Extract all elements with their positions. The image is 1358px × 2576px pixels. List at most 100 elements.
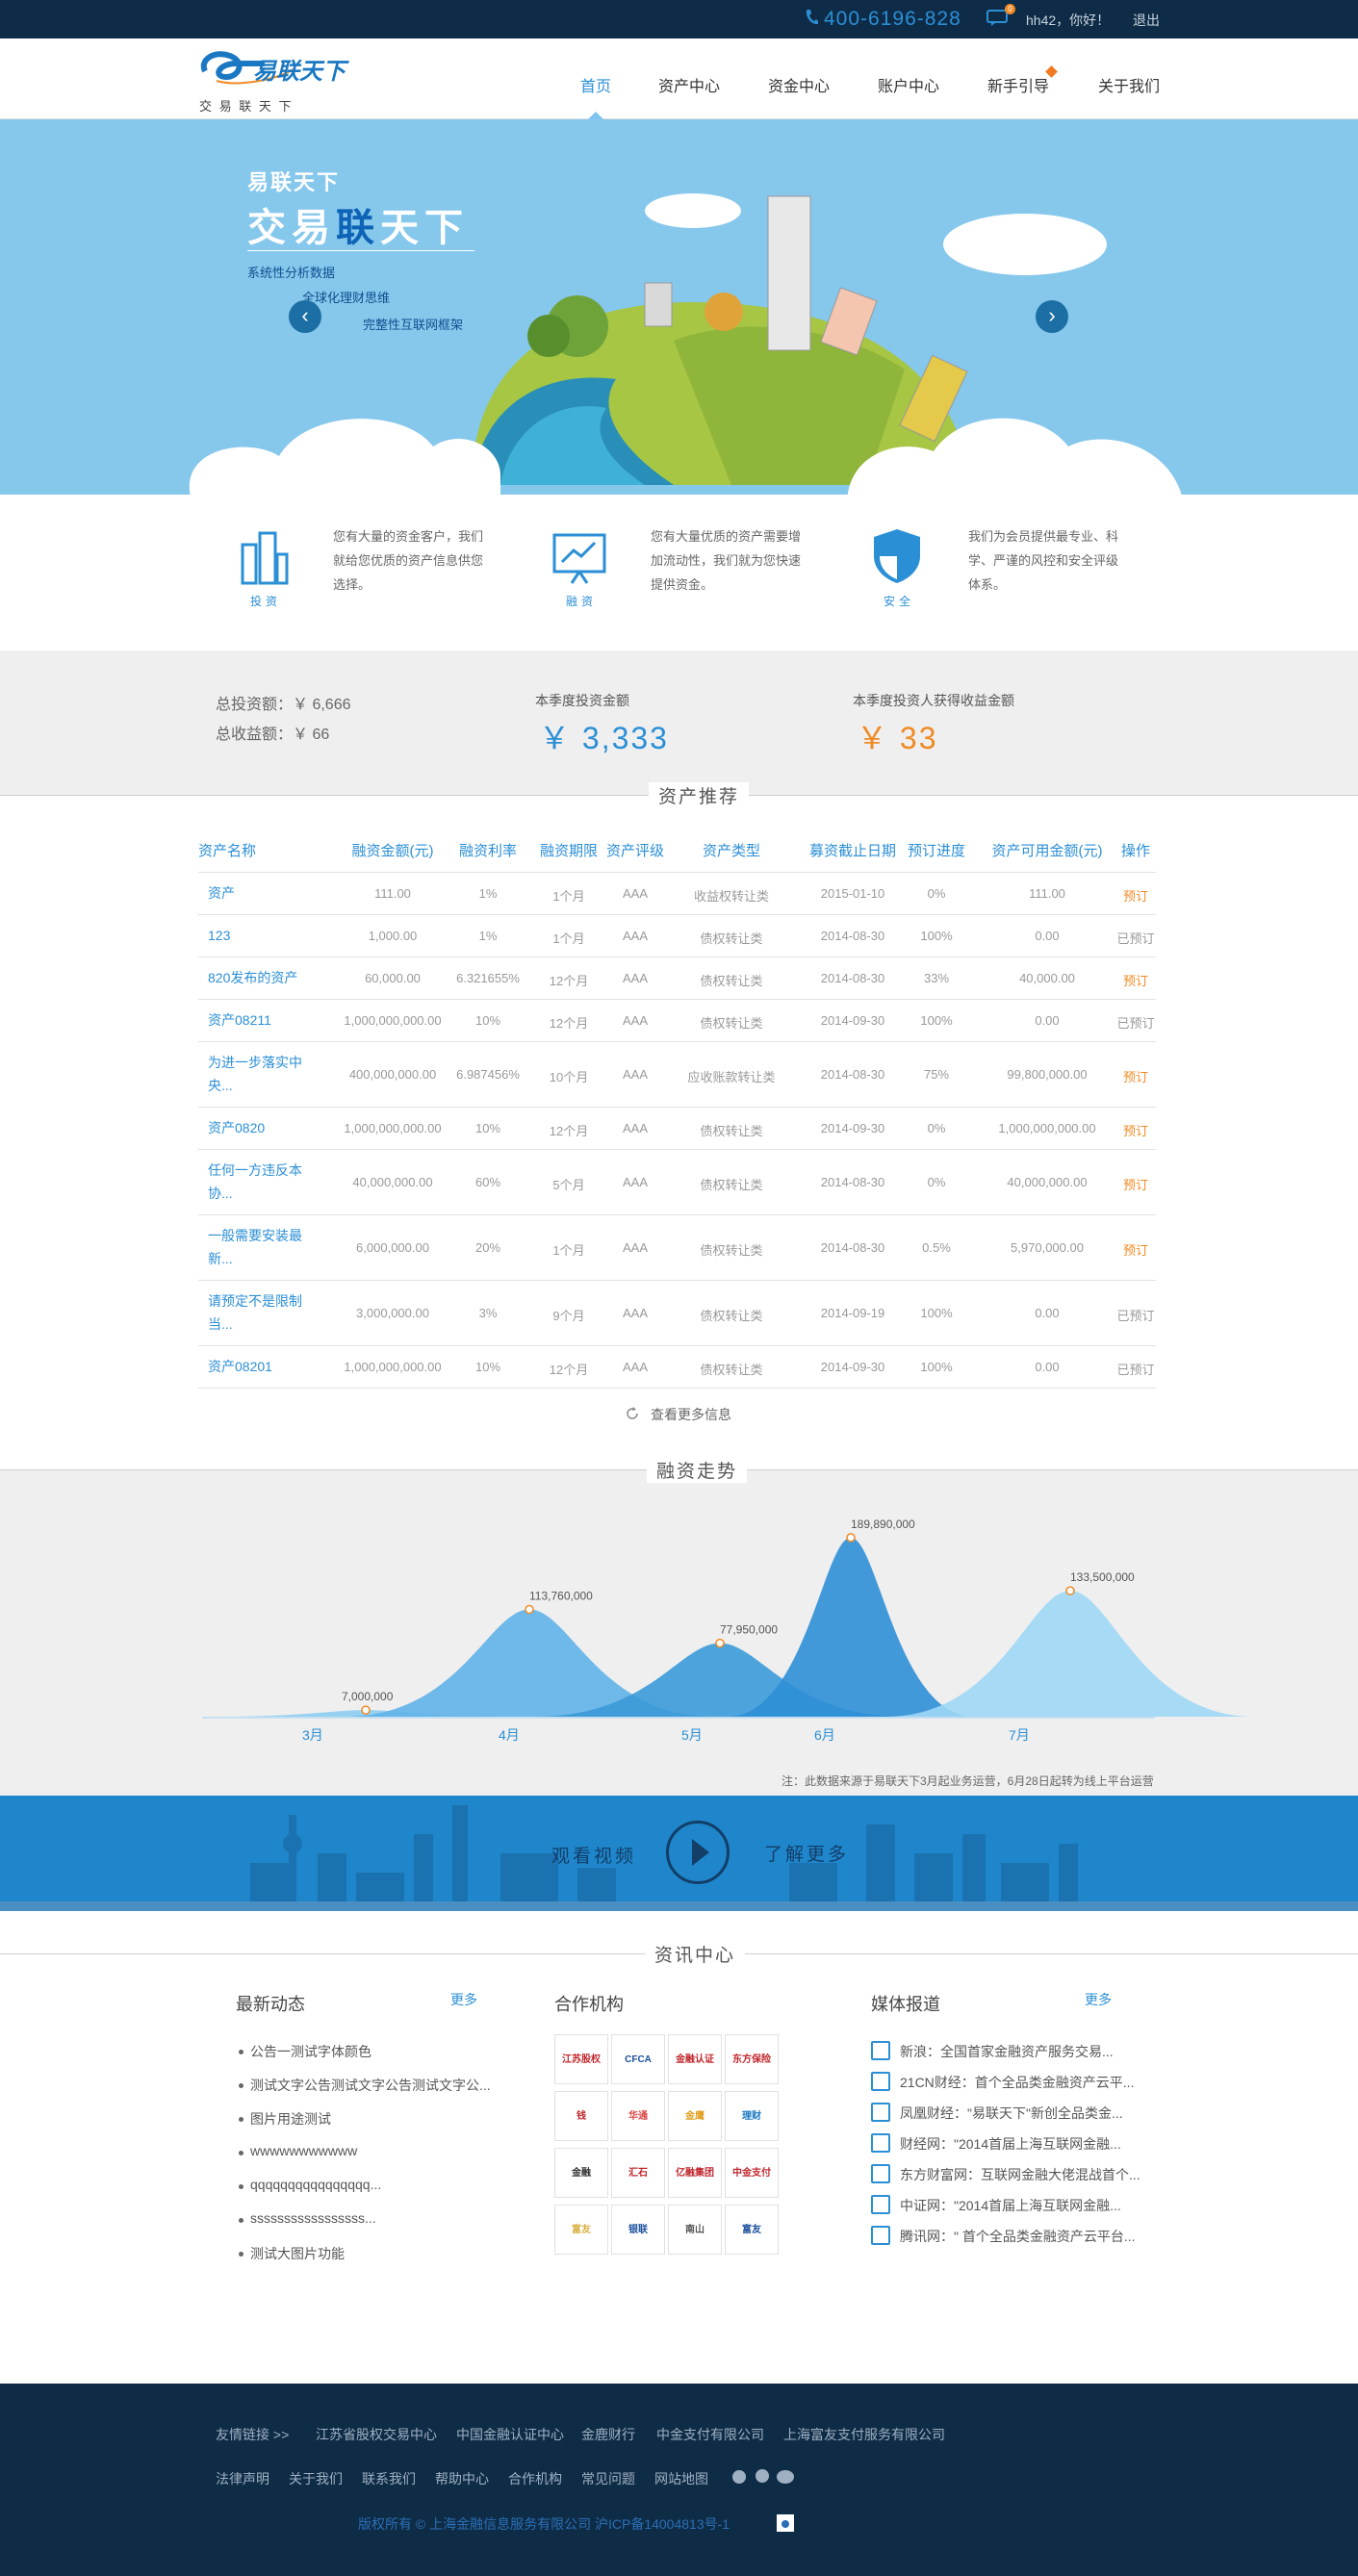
table-cell: 10% bbox=[474, 1013, 501, 1028]
total-income: 总收益额：￥ 66 bbox=[216, 727, 330, 743]
partner-logo[interactable]: 金融 bbox=[554, 2148, 608, 2198]
social-icons[interactable] bbox=[731, 2467, 795, 2485]
latest-news-item[interactable]: qqqqqqqqqqqqqqqq... bbox=[250, 2177, 381, 2192]
asset-name-link[interactable]: 资产08211 bbox=[208, 1008, 314, 1032]
asset-name-link[interactable]: 任何一方违反本协... bbox=[208, 1159, 314, 1205]
footer-nav-link[interactable]: 网站地图 bbox=[654, 2469, 708, 2488]
footer-friend-link[interactable]: 上海富友支付服务有限公司 bbox=[783, 2425, 945, 2444]
footer-friend-link[interactable]: 江苏省股权交易中心 bbox=[316, 2425, 437, 2444]
latest-news-item[interactable]: sssssssssssssssss... bbox=[250, 2210, 376, 2226]
partner-logo[interactable]: 钱 bbox=[554, 2091, 608, 2141]
footer-friend-link[interactable]: 中国金融认证中心 bbox=[456, 2425, 564, 2444]
watch-video-link[interactable]: 观看视频 bbox=[551, 1842, 636, 1868]
footer-nav-link[interactable]: 关于我们 bbox=[289, 2469, 343, 2488]
nav-account[interactable]: 账户中心 bbox=[878, 73, 939, 96]
reserved-status: 已预订 bbox=[1116, 1363, 1155, 1377]
asset-name-link[interactable]: 请预定不是限制当... bbox=[208, 1289, 314, 1336]
news-document-icon bbox=[871, 2103, 890, 2122]
partner-logo[interactable]: 南山 bbox=[668, 2205, 722, 2255]
partner-logo[interactable]: 理财 bbox=[725, 2091, 779, 2141]
refresh-icon bbox=[627, 1407, 638, 1419]
building-icon bbox=[241, 531, 289, 585]
footer-nav-link[interactable]: 帮助中心 bbox=[435, 2469, 489, 2488]
partner-logo[interactable]: 中金支付 bbox=[725, 2148, 779, 2198]
footer-friend-link[interactable]: 金鹿财行 bbox=[581, 2425, 635, 2444]
media-news-item[interactable]: 东方财富网：互联网金融大佬混战首个... bbox=[900, 2165, 1140, 2184]
banner-prev-button[interactable]: ‹ bbox=[289, 300, 321, 333]
user-greeting[interactable]: hh42，你好！ bbox=[1026, 11, 1110, 30]
table-cell: 111.00 bbox=[374, 886, 411, 901]
partner-logo[interactable]: 富友 bbox=[725, 2205, 779, 2255]
nav-about[interactable]: 关于我们 bbox=[1098, 73, 1160, 96]
nav-guide[interactable]: 新手引导 bbox=[987, 73, 1049, 96]
x-tick-label: 4月 bbox=[499, 1727, 520, 1743]
table-header: 资产类型 bbox=[702, 843, 760, 859]
media-news-item[interactable]: 腾讯网：" 首个全品类金融资产云平台... bbox=[900, 2227, 1136, 2246]
partner-logo[interactable]: 金鹰 bbox=[668, 2091, 722, 2141]
latest-news-item[interactable]: 公告一测试字体颜色 bbox=[250, 2042, 372, 2061]
data-point bbox=[525, 1604, 534, 1615]
partner-logo[interactable]: 富友 bbox=[554, 2205, 608, 2255]
partner-logo[interactable]: 亿融集团 bbox=[668, 2148, 722, 2198]
asset-name-link[interactable]: 123 bbox=[208, 924, 314, 947]
footer-nav-link[interactable]: 法律声明 bbox=[216, 2469, 269, 2488]
footer-nav-link[interactable]: 常见问题 bbox=[581, 2469, 635, 2488]
table-row-divider bbox=[198, 1107, 1156, 1108]
nav-assets[interactable]: 资产中心 bbox=[658, 73, 720, 96]
x-tick-label: 7月 bbox=[1009, 1727, 1030, 1743]
top-bar: 400-6196-828 0 hh42，你好！ 退出 bbox=[0, 0, 1358, 38]
partner-logo[interactable]: CFCA bbox=[611, 2034, 665, 2084]
table-cell: 400,000,000.00 bbox=[348, 1067, 437, 1082]
table-cell: 1,000,000,000.00 bbox=[344, 1013, 442, 1028]
partner-logo[interactable]: 汇石 bbox=[611, 2148, 665, 2198]
partner-logo[interactable]: 金融认证 bbox=[668, 2034, 722, 2084]
logout-link[interactable]: 退出 bbox=[1133, 11, 1160, 30]
partner-logo[interactable]: 东方保险 bbox=[725, 2034, 779, 2084]
reserve-button[interactable]: 预订 bbox=[1107, 1240, 1165, 1259]
partner-logo[interactable]: 江苏股权 bbox=[554, 2034, 608, 2084]
partners-title: 合作机构 bbox=[554, 1995, 624, 2014]
table-cell: 12个月 bbox=[549, 1363, 589, 1377]
site-logo[interactable]: 易联天下 交 易 联 天 下 bbox=[197, 42, 351, 117]
news-document-icon bbox=[871, 2041, 890, 2060]
media-more[interactable]: 更多 bbox=[1085, 1990, 1112, 2009]
latest-news-item[interactable]: 测试文字公告测试文字公告测试文字公... bbox=[250, 2076, 491, 2095]
message-icon[interactable] bbox=[986, 10, 1008, 27]
latest-news-item[interactable]: 测试大图片功能 bbox=[250, 2244, 345, 2263]
reserve-button[interactable]: 预订 bbox=[1107, 971, 1165, 989]
table-cell: 10个月 bbox=[549, 1070, 589, 1084]
banner-next-button[interactable]: › bbox=[1036, 300, 1068, 333]
learn-more-link[interactable]: 了解更多 bbox=[764, 1840, 849, 1866]
table-cell: AAA bbox=[622, 1175, 648, 1189]
media-news-item[interactable]: 中证网："2014首届上海互联网金融... bbox=[900, 2196, 1121, 2215]
asset-name-link[interactable]: 资产 bbox=[208, 881, 314, 905]
asset-name-link[interactable]: 820发布的资产 bbox=[208, 966, 314, 989]
footer-nav-link[interactable]: 联系我们 bbox=[362, 2469, 416, 2488]
partner-logo[interactable]: 银联 bbox=[611, 2205, 665, 2255]
media-news-item[interactable]: 凤凰财经："易联天下"新创全品类金... bbox=[900, 2104, 1123, 2123]
asset-name-link[interactable]: 资产0820 bbox=[208, 1116, 314, 1139]
asset-name-link[interactable]: 一般需要安装最新... bbox=[208, 1224, 314, 1270]
asset-name-link[interactable]: 为进一步落实中央... bbox=[208, 1051, 314, 1097]
latest-news-item[interactable]: wwwwwwwwwww bbox=[250, 2143, 357, 2158]
latest-news-item[interactable]: 图片用途测试 bbox=[250, 2109, 331, 2129]
reserve-button[interactable]: 预订 bbox=[1107, 1175, 1165, 1193]
more-assets-link[interactable]: 查看更多信息 bbox=[651, 1405, 731, 1424]
footer-friend-link[interactable]: 中金支付有限公司 bbox=[656, 2425, 764, 2444]
latest-news-more[interactable]: 更多 bbox=[450, 1990, 477, 2009]
reserve-button[interactable]: 预订 bbox=[1107, 1121, 1165, 1139]
reserve-button[interactable]: 预订 bbox=[1107, 1067, 1165, 1085]
table-cell: 3,000,000.00 bbox=[356, 1306, 429, 1320]
partner-logo[interactable]: 华通 bbox=[611, 2091, 665, 2141]
reserve-button[interactable]: 预订 bbox=[1107, 886, 1165, 905]
media-news-item[interactable]: 财经网："2014首届上海互联网金融... bbox=[900, 2134, 1121, 2154]
data-point bbox=[846, 1533, 856, 1543]
nav-home[interactable]: 首页 bbox=[580, 73, 611, 96]
footer-nav-link[interactable]: 合作机构 bbox=[508, 2469, 562, 2488]
play-button[interactable] bbox=[666, 1821, 730, 1884]
media-news-item[interactable]: 新浪：全国首家金融资产服务交易... bbox=[900, 2042, 1114, 2061]
table-cell: 20% bbox=[474, 1240, 501, 1255]
asset-name-link[interactable]: 资产08201 bbox=[208, 1355, 314, 1378]
nav-funds[interactable]: 资金中心 bbox=[768, 73, 830, 96]
media-news-item[interactable]: 21CN财经：首个全品类金融资产云平... bbox=[900, 2073, 1134, 2092]
